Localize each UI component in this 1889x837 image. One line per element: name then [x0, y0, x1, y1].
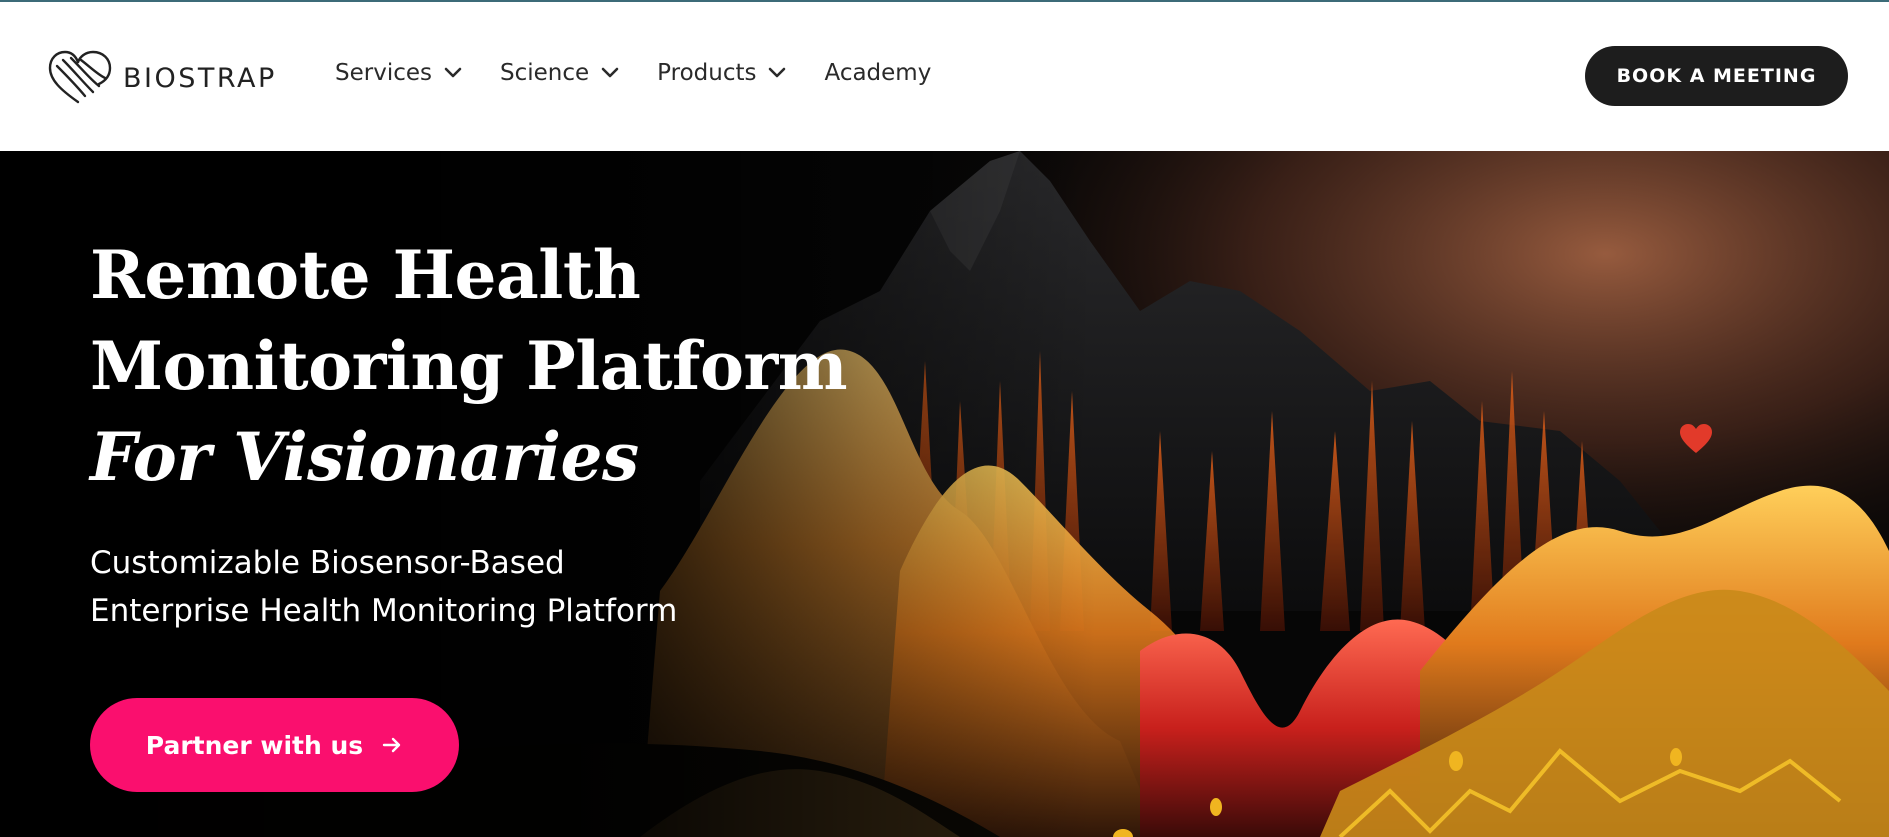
nav-item-services[interactable]: Services [335, 60, 462, 86]
nav-item-label: Products [657, 60, 757, 86]
hero-subtitle: Customizable Biosensor-Based Enterprise … [90, 539, 677, 635]
nav-item-products[interactable]: Products [657, 60, 786, 86]
nav-item-label: Science [500, 60, 590, 86]
book-meeting-button[interactable]: BOOK A MEETING [1585, 46, 1848, 106]
hero-title-line-2: Monitoring Platform [90, 327, 848, 405]
main-nav: Services Science Products Academy [335, 60, 969, 86]
heart-icon [1680, 424, 1712, 453]
hero-section: Remote Health Monitoring Platform For Vi… [0, 151, 1889, 837]
logo[interactable]: BIOSTRAP [47, 50, 277, 106]
hero-subtitle-line-2: Enterprise Health Monitoring Platform [90, 593, 678, 629]
nav-item-label: Academy [824, 60, 932, 86]
logo-text: BIOSTRAP [123, 62, 277, 94]
chevron-down-icon [444, 67, 462, 78]
nav-item-academy[interactable]: Academy [824, 60, 931, 86]
heart-lines-logo-icon [48, 50, 112, 104]
arrow-right-icon [382, 737, 401, 753]
hero-title: Remote Health Monitoring Platform For Vi… [90, 230, 848, 503]
nav-item-science[interactable]: Science [500, 60, 619, 86]
partner-button-label: Partner with us [145, 730, 364, 760]
hero-title-line-1: Remote Health [90, 236, 641, 314]
chevron-down-icon [769, 67, 786, 78]
chevron-down-icon [601, 67, 619, 78]
nav-item-label: Services [335, 60, 432, 86]
hero-subtitle-line-1: Customizable Biosensor-Based [90, 545, 565, 581]
hero-title-line-3: For Visionaries [90, 418, 639, 496]
site-header: BIOSTRAP Services Science Products Acade… [0, 2, 1889, 151]
partner-with-us-button[interactable]: Partner with us [90, 698, 459, 792]
